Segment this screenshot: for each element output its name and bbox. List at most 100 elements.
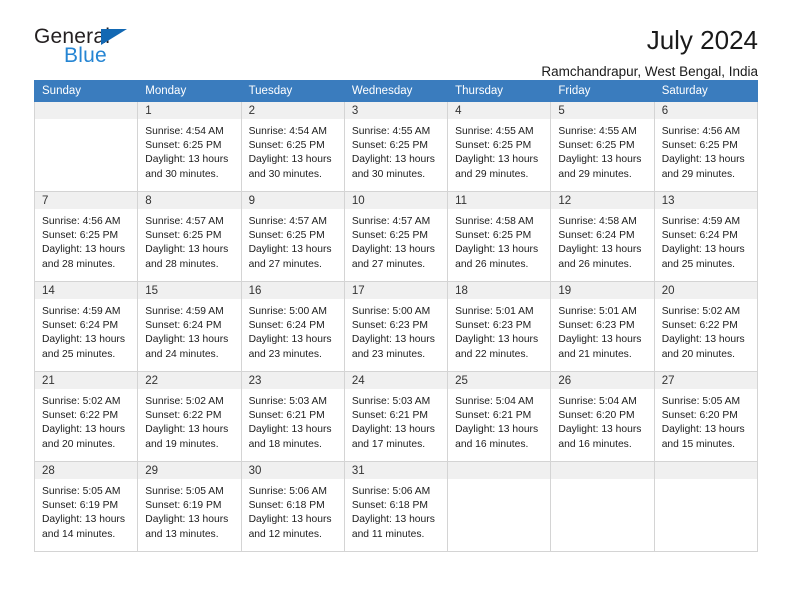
day-number: 31	[344, 462, 448, 479]
day-cell-18[interactable]: 18 Sunrise: 5:01 AM Sunset: 6:23 PM Dayligh…	[447, 281, 552, 372]
sunrise-line: Sunrise: 5:02 AM	[145, 396, 224, 407]
day-cell-25[interactable]: 25 Sunrise: 5:04 AM Sunset: 6:21 PM Dayligh…	[447, 371, 552, 462]
day-number	[654, 462, 757, 479]
day-number: 27	[654, 372, 757, 389]
day-cell-empty	[550, 461, 655, 552]
sunset-line: Sunset: 6:25 PM	[661, 140, 738, 152]
sun-info: Sunrise: 4:54 AM Sunset: 6:25 PM Daylight:…	[242, 119, 344, 182]
weekday-header-thursday: Thursday	[447, 80, 552, 102]
day-cell-5[interactable]: 5 Sunrise: 4:55 AM Sunset: 6:25 PM Daylight…	[550, 101, 655, 192]
sunrise-line: Sunrise: 4:57 AM	[145, 216, 224, 227]
day-cell-20[interactable]: 20 Sunrise: 5:02 AM Sunset: 6:22 PM Dayligh…	[653, 281, 759, 372]
daylight-line-1: Daylight: 13 hours	[558, 244, 642, 256]
day-cell-17[interactable]: 17 Sunrise: 5:00 AM Sunset: 6:23 PM Dayligh…	[343, 281, 449, 372]
sunset-line: Sunset: 6:24 PM	[558, 230, 635, 242]
title-block: July 2024 Ramchandrapur, West Bengal, In…	[541, 26, 758, 79]
day-cell-27[interactable]: 27 Sunrise: 5:05 AM Sunset: 6:20 PM Dayligh…	[653, 371, 759, 462]
day-number: 22	[138, 372, 241, 389]
daylight-line-2: and 28 minutes.	[42, 258, 116, 270]
sun-info: Sunrise: 4:55 AM Sunset: 6:25 PM Daylight:…	[448, 119, 550, 182]
day-cell-empty	[33, 101, 139, 192]
day-cell-8[interactable]: 8 Sunrise: 4:57 AM Sunset: 6:25 PM Daylight…	[137, 191, 242, 282]
general-blue-logo[interactable]: General Blue	[34, 26, 164, 70]
sunset-line: Sunset: 6:25 PM	[455, 140, 532, 152]
day-cell-26[interactable]: 26 Sunrise: 5:04 AM Sunset: 6:20 PM Dayligh…	[550, 371, 655, 462]
sun-info: Sunrise: 4:56 AM Sunset: 6:25 PM Daylight:…	[35, 209, 137, 272]
daylight-line-1: Daylight: 13 hours	[42, 334, 125, 346]
sunrise-line: Sunrise: 4:58 AM	[558, 216, 637, 227]
day-cell-24[interactable]: 24 Sunrise: 5:03 AM Sunset: 6:21 PM Dayligh…	[343, 371, 449, 462]
day-cell-31[interactable]: 31 Sunrise: 5:06 AM Sunset: 6:18 PM Dayligh…	[343, 461, 449, 552]
day-cell-30[interactable]: 30 Sunrise: 5:06 AM Sunset: 6:18 PM Dayligh…	[240, 461, 345, 552]
sun-info: Sunrise: 4:58 AM Sunset: 6:24 PM Daylight:…	[551, 209, 653, 272]
daylight-line-1: Daylight: 13 hours	[661, 334, 745, 346]
day-number: 6	[654, 102, 757, 119]
day-cell-21[interactable]: 21 Sunrise: 5:02 AM Sunset: 6:22 PM Dayligh…	[33, 371, 139, 462]
daylight-line-1: Daylight: 13 hours	[455, 334, 539, 346]
sun-info: Sunrise: 4:57 AM Sunset: 6:25 PM Daylight:…	[138, 209, 240, 272]
day-number: 16	[241, 282, 344, 299]
sunset-line: Sunset: 6:24 PM	[248, 320, 325, 332]
day-cell-22[interactable]: 22 Sunrise: 5:02 AM Sunset: 6:22 PM Dayligh…	[137, 371, 242, 462]
daylight-line-2: and 15 minutes.	[661, 438, 735, 450]
sunrise-line: Sunrise: 5:02 AM	[42, 396, 121, 407]
sunset-line: Sunset: 6:19 PM	[145, 500, 222, 512]
daylight-line-1: Daylight: 13 hours	[351, 334, 435, 346]
daylight-line-2: and 24 minutes.	[145, 348, 219, 360]
day-number: 7	[35, 192, 138, 209]
day-cell-19[interactable]: 19 Sunrise: 5:01 AM Sunset: 6:23 PM Dayligh…	[550, 281, 655, 372]
sun-info: Sunrise: 4:55 AM Sunset: 6:25 PM Daylight:…	[551, 119, 653, 182]
day-cell-6[interactable]: 6 Sunrise: 4:56 AM Sunset: 6:25 PM Daylight…	[653, 101, 759, 192]
daylight-line-1: Daylight: 13 hours	[455, 244, 539, 256]
sun-info: Sunrise: 4:57 AM Sunset: 6:25 PM Daylight:…	[345, 209, 447, 272]
day-cell-15[interactable]: 15 Sunrise: 4:59 AM Sunset: 6:24 PM Dayligh…	[137, 281, 242, 372]
sunset-line: Sunset: 6:22 PM	[661, 320, 738, 332]
day-cell-29[interactable]: 29 Sunrise: 5:05 AM Sunset: 6:19 PM Dayligh…	[137, 461, 242, 552]
sun-info: Sunrise: 5:01 AM Sunset: 6:23 PM Daylight:…	[448, 299, 550, 362]
sun-info: Sunrise: 5:02 AM Sunset: 6:22 PM Daylight:…	[138, 389, 240, 452]
sunrise-line: Sunrise: 5:05 AM	[145, 486, 224, 497]
day-cell-3[interactable]: 3 Sunrise: 4:55 AM Sunset: 6:25 PM Daylight…	[343, 101, 449, 192]
sun-info: Sunrise: 5:03 AM Sunset: 6:21 PM Daylight:…	[242, 389, 344, 452]
day-cell-4[interactable]: 4 Sunrise: 4:55 AM Sunset: 6:25 PM Daylight…	[447, 101, 552, 192]
day-cell-28[interactable]: 28 Sunrise: 5:05 AM Sunset: 6:19 PM Dayligh…	[33, 461, 139, 552]
daylight-line-1: Daylight: 13 hours	[145, 514, 229, 526]
day-cell-10[interactable]: 10 Sunrise: 4:57 AM Sunset: 6:25 PM Dayligh…	[343, 191, 449, 282]
day-number: 8	[138, 192, 241, 209]
daylight-line-1: Daylight: 13 hours	[661, 244, 745, 256]
day-cell-11[interactable]: 11 Sunrise: 4:58 AM Sunset: 6:25 PM Dayligh…	[447, 191, 552, 282]
day-number: 19	[551, 282, 654, 299]
sunset-line: Sunset: 6:24 PM	[145, 320, 222, 332]
day-cell-23[interactable]: 23 Sunrise: 5:03 AM Sunset: 6:21 PM Dayligh…	[240, 371, 345, 462]
day-cell-9[interactable]: 9 Sunrise: 4:57 AM Sunset: 6:25 PM Daylight…	[240, 191, 345, 282]
sunset-line: Sunset: 6:25 PM	[455, 230, 532, 242]
weekday-header-sunday: Sunday	[33, 80, 139, 102]
sunset-line: Sunset: 6:25 PM	[558, 140, 635, 152]
daylight-line-2: and 30 minutes.	[145, 168, 219, 180]
day-cell-7[interactable]: 7 Sunrise: 4:56 AM Sunset: 6:25 PM Daylight…	[33, 191, 139, 282]
weekday-header-monday: Monday	[137, 80, 242, 102]
sunrise-line: Sunrise: 4:55 AM	[351, 126, 431, 137]
day-cell-1[interactable]: 1 Sunrise: 4:54 AM Sunset: 6:25 PM Daylight…	[137, 101, 242, 192]
day-cell-2[interactable]: 2 Sunrise: 4:54 AM Sunset: 6:25 PM Daylight…	[240, 101, 345, 192]
day-cell-empty	[653, 461, 759, 552]
weekday-header-saturday: Saturday	[653, 80, 759, 102]
day-number: 13	[654, 192, 757, 209]
sun-info: Sunrise: 5:06 AM Sunset: 6:18 PM Daylight:…	[345, 479, 447, 542]
day-number: 11	[448, 192, 551, 209]
daylight-line-1: Daylight: 13 hours	[145, 154, 229, 166]
sunset-line: Sunset: 6:22 PM	[42, 410, 119, 422]
day-cell-13[interactable]: 13 Sunrise: 4:59 AM Sunset: 6:24 PM Dayligh…	[653, 191, 759, 282]
day-number: 2	[241, 102, 344, 119]
daylight-line-2: and 25 minutes.	[42, 348, 116, 360]
sunrise-line: Sunrise: 4:55 AM	[455, 126, 534, 137]
calendar-week-row: 1 Sunrise: 4:54 AM Sunset: 6:25 PM Daylight…	[33, 101, 759, 192]
daylight-line-1: Daylight: 13 hours	[661, 424, 745, 436]
sunrise-line: Sunrise: 4:57 AM	[248, 216, 327, 227]
sun-info: Sunrise: 4:59 AM Sunset: 6:24 PM Daylight:…	[138, 299, 240, 362]
daylight-line-2: and 19 minutes.	[145, 438, 219, 450]
sunset-line: Sunset: 6:23 PM	[558, 320, 635, 332]
day-cell-16[interactable]: 16 Sunrise: 5:00 AM Sunset: 6:24 PM Dayligh…	[240, 281, 345, 372]
day-cell-14[interactable]: 14 Sunrise: 4:59 AM Sunset: 6:24 PM Dayligh…	[33, 281, 139, 372]
day-cell-12[interactable]: 12 Sunrise: 4:58 AM Sunset: 6:24 PM Dayligh…	[550, 191, 655, 282]
